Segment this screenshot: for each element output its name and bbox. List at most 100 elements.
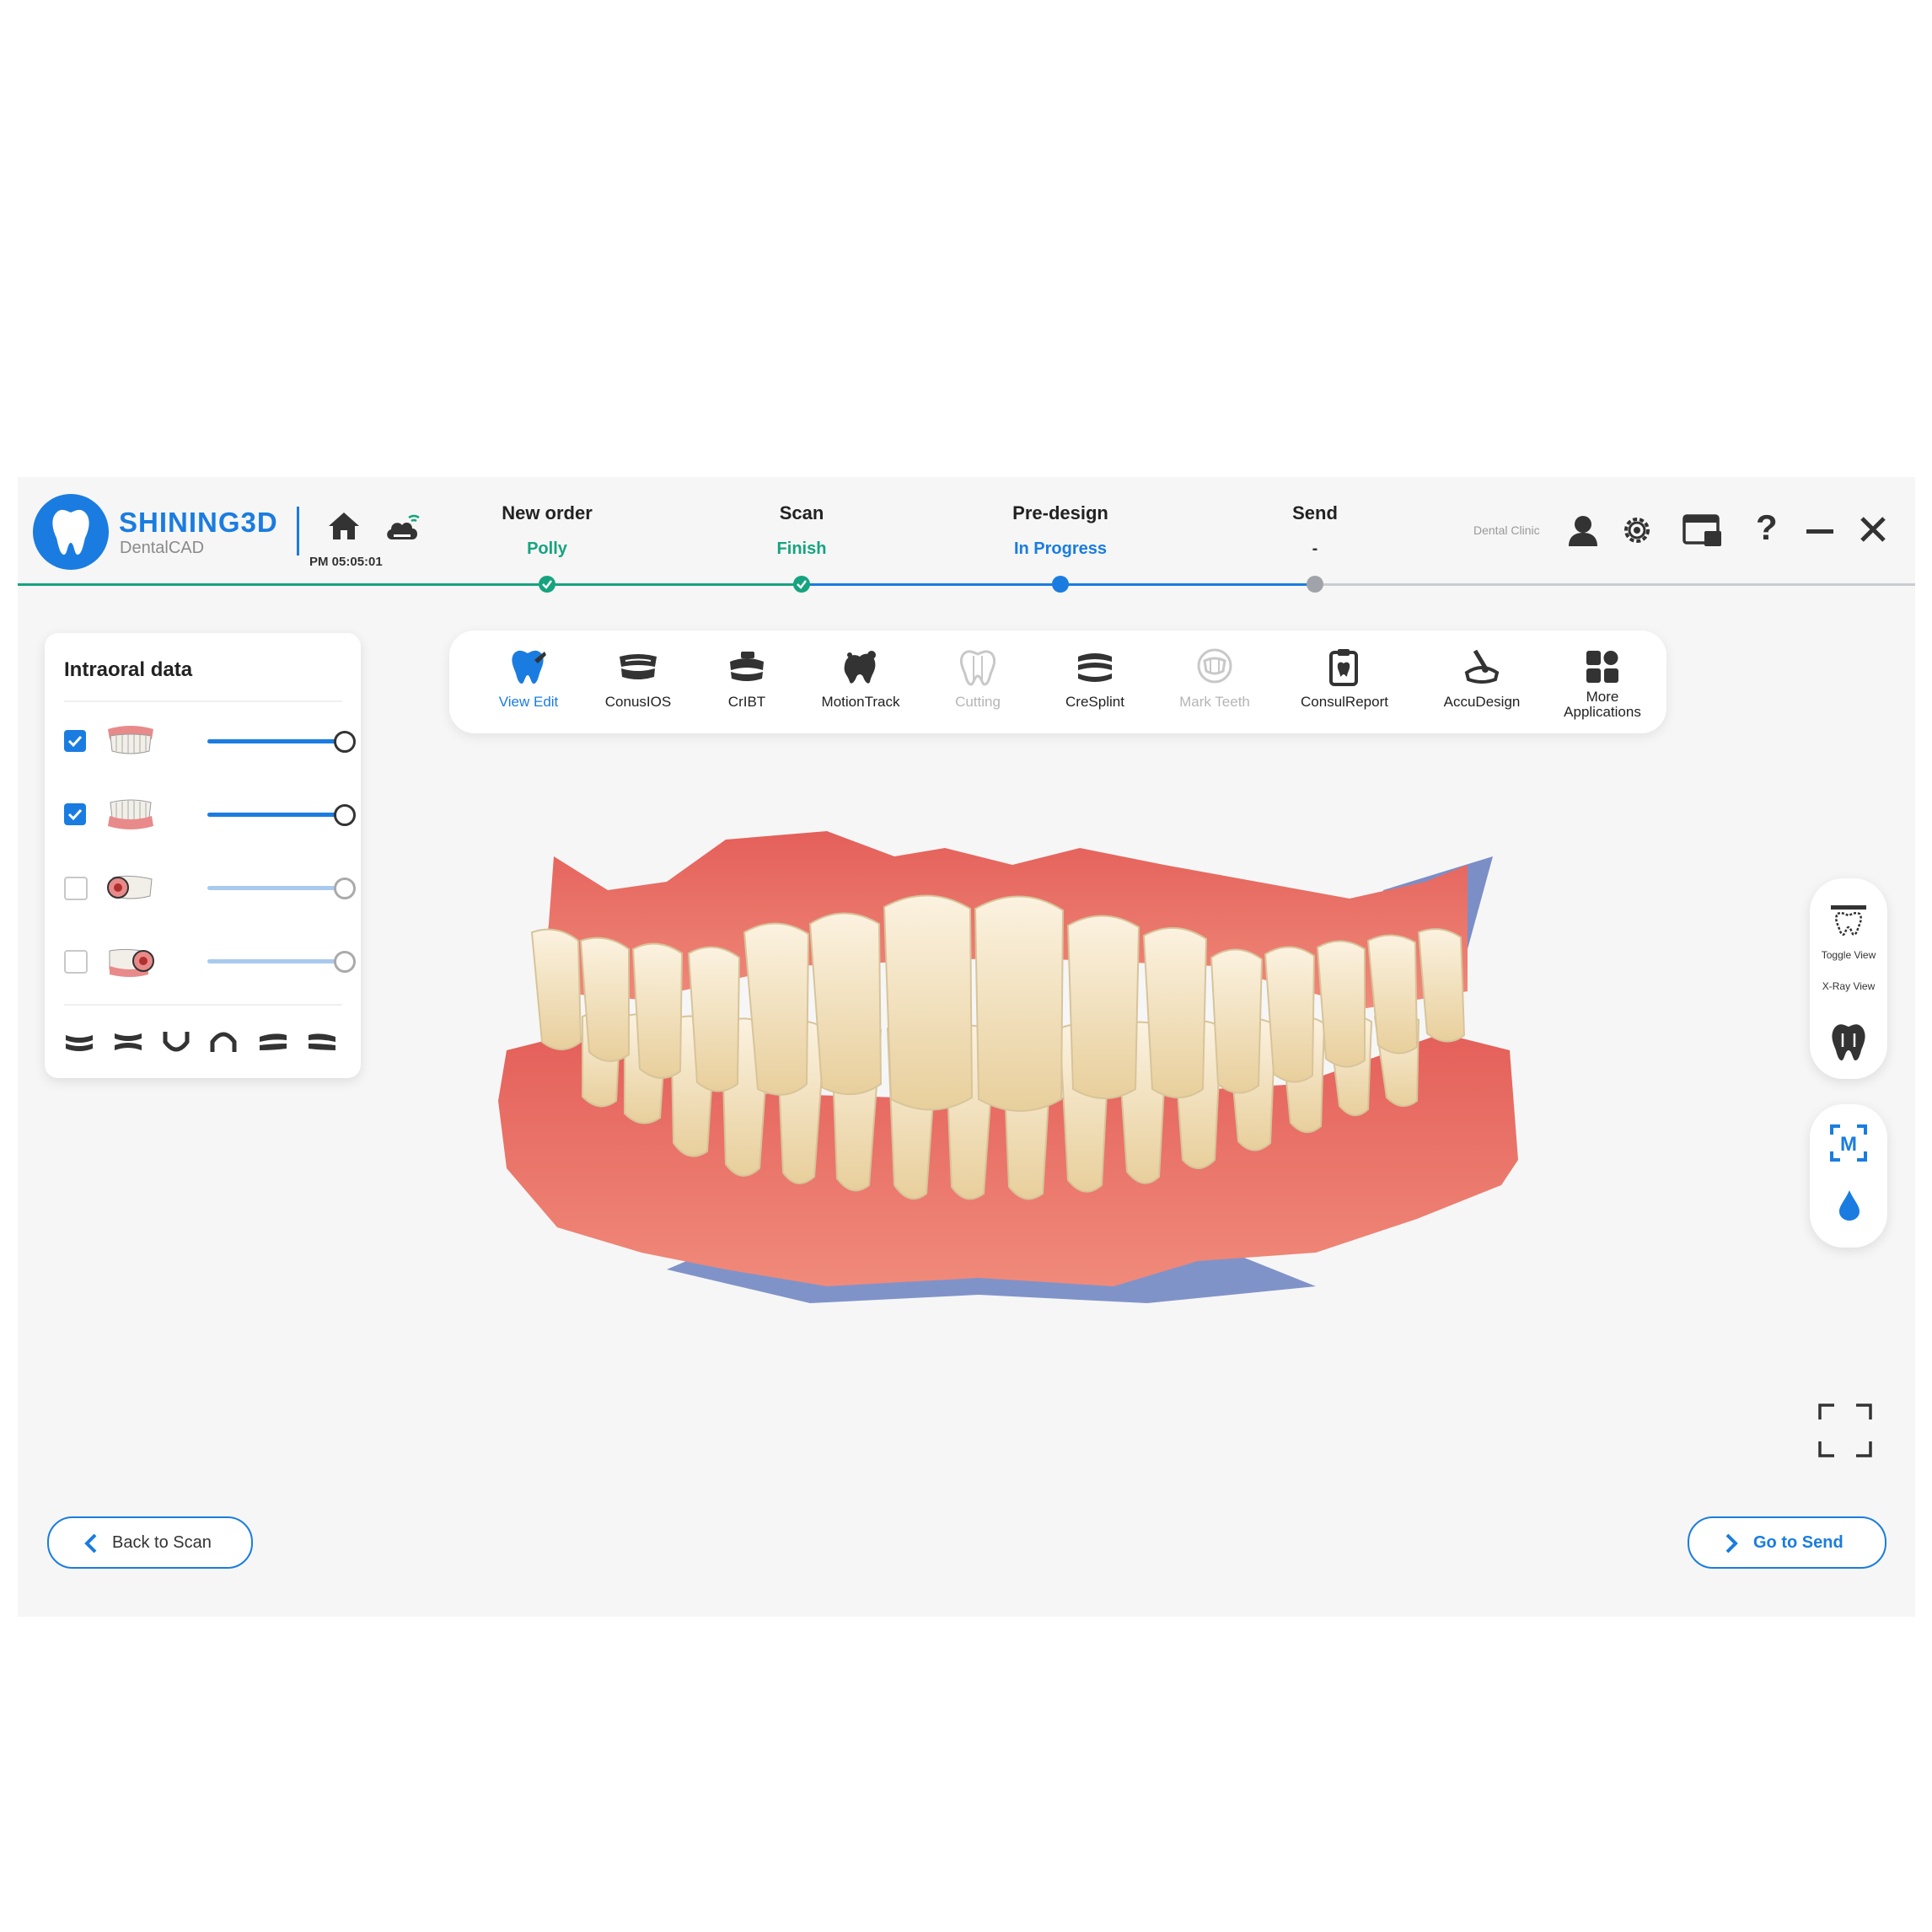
more-applications-icon — [1586, 651, 1618, 683]
app-toolbar: View Edit ConusIOS CrIBT MotionTrack Cut… — [449, 631, 1666, 733]
layer-checkbox[interactable] — [64, 950, 88, 974]
opacity-slider-handle[interactable] — [334, 951, 356, 973]
cresplint-icon — [1078, 653, 1112, 682]
step-pre-design[interactable]: Pre-design In Progress — [951, 502, 1170, 559]
accudesign-icon — [1464, 649, 1500, 684]
back-view-icon[interactable] — [113, 1032, 143, 1052]
cutting-icon — [959, 650, 996, 686]
step-title: Send — [1292, 502, 1338, 523]
button-label: Back to Scan — [112, 1533, 212, 1552]
water-drop-icon[interactable] — [1838, 1189, 1861, 1222]
opacity-slider-handle[interactable] — [334, 731, 356, 753]
clinic-name: Dental Clinic — [1473, 523, 1540, 537]
conusios-icon — [620, 654, 657, 679]
tool-label: Applications — [1564, 704, 1641, 720]
step-done-check-icon — [539, 576, 555, 593]
brand-subtitle: DentalCAD — [120, 539, 205, 557]
go-to-send-button[interactable]: Go to Send — [1688, 1516, 1886, 1569]
opacity-slider-track[interactable] — [207, 813, 342, 817]
back-to-scan-button[interactable]: Back to Scan — [47, 1516, 253, 1569]
opacity-slider-track[interactable] — [207, 739, 342, 743]
user-icon[interactable] — [1567, 514, 1599, 548]
layer-row-upper-detail — [64, 871, 356, 904]
upper-occlusal-view-icon[interactable] — [209, 1030, 238, 1054]
step-status: Polly — [527, 539, 567, 558]
tool-label: More — [1586, 689, 1619, 705]
step-pending-dot — [1307, 576, 1323, 593]
button-label: Go to Send — [1753, 1533, 1843, 1552]
tool-cresplint[interactable]: CreSplint — [1036, 646, 1154, 710]
mark-teeth-icon — [1197, 648, 1232, 684]
view-direction-bar — [64, 1025, 342, 1059]
upper-jaw-thumbnail-icon — [108, 726, 153, 754]
panel-title: Intraoral data — [64, 658, 193, 681]
tool-label: Mark Teeth — [1179, 694, 1250, 710]
dental-3d-model[interactable] — [473, 831, 1535, 1320]
tool-label: MotionTrack — [821, 694, 900, 710]
layer-row-upper — [64, 724, 356, 758]
tool-conusios[interactable]: ConusIOS — [579, 646, 697, 710]
step-send[interactable]: Send - — [1205, 502, 1425, 559]
tool-cutting[interactable]: Cutting — [919, 646, 1037, 710]
minimize-icon[interactable] — [1806, 529, 1833, 534]
lower-occlusal-view-icon[interactable] — [162, 1030, 191, 1054]
step-done-check-icon — [793, 576, 810, 593]
opacity-slider-track[interactable] — [207, 886, 342, 890]
tool-more-applications[interactable]: More Applications — [1543, 646, 1661, 720]
tool-label: View Edit — [498, 694, 559, 710]
help-icon[interactable]: ? — [1756, 507, 1778, 548]
fullscreen-icon[interactable] — [1817, 1403, 1873, 1458]
toggle-view-icon[interactable] — [1829, 904, 1868, 937]
tool-label: AccuDesign — [1443, 694, 1521, 710]
right-view-icon[interactable] — [307, 1032, 337, 1052]
opacity-slider-handle[interactable] — [334, 804, 356, 826]
tool-accudesign[interactable]: AccuDesign — [1423, 646, 1541, 710]
tool-consulreport[interactable]: ConsulReport — [1285, 646, 1403, 710]
cribt-icon — [730, 652, 764, 681]
step-scan[interactable]: Scan Finish — [692, 502, 911, 559]
gear-icon[interactable] — [1619, 513, 1655, 548]
layer-checkbox[interactable] — [64, 877, 88, 900]
opacity-slider-track[interactable] — [207, 959, 342, 963]
step-title: Scan — [779, 502, 824, 523]
tool-label: ConusIOS — [604, 694, 672, 710]
tool-label: CrIBT — [727, 694, 766, 710]
layer-checkbox[interactable] — [64, 730, 86, 752]
close-icon[interactable] — [1860, 516, 1886, 543]
tool-label: CreSplint — [1065, 694, 1124, 710]
measure-icon[interactable]: M — [1830, 1124, 1867, 1162]
divider — [64, 700, 342, 702]
layer-checkbox[interactable] — [64, 803, 86, 825]
tool-mark-teeth[interactable]: Mark Teeth — [1156, 646, 1274, 710]
step-status: Finish — [776, 539, 827, 558]
step-status: - — [1312, 539, 1318, 558]
xray-tooth-icon[interactable] — [1831, 1022, 1866, 1060]
lower-detail-thumbnail-icon — [109, 948, 154, 977]
tool-label: ConsulReport — [1301, 694, 1388, 710]
toggle-view-label: Toggle View — [1821, 949, 1876, 961]
view-edit-icon — [512, 650, 546, 684]
opacity-slider-handle[interactable] — [334, 877, 356, 899]
front-view-icon[interactable] — [64, 1032, 94, 1052]
tool-cribt[interactable]: CrIBT — [688, 646, 806, 710]
home-icon[interactable] — [327, 511, 361, 541]
clock-time: PM 05:05:01 — [309, 555, 383, 569]
step-new-order[interactable]: New order Polly — [437, 502, 657, 559]
cloud-sync-icon[interactable] — [384, 511, 422, 543]
tooth-logo-icon — [52, 509, 89, 555]
step-status: In Progress — [1013, 539, 1108, 558]
divider — [64, 1004, 342, 1006]
tool-view-edit[interactable]: View Edit — [470, 646, 588, 710]
brand-name: SHINING3D — [119, 507, 278, 538]
tool-label: Cutting — [955, 694, 1001, 710]
xray-view-label: X-Ray View — [1822, 980, 1876, 992]
screen-share-icon[interactable] — [1682, 514, 1723, 548]
svg-text:M: M — [1840, 1133, 1857, 1156]
chevron-right-icon — [1725, 1533, 1738, 1554]
left-view-icon[interactable] — [258, 1032, 288, 1052]
view-toggle-panel: Toggle View X-Ray View — [1810, 878, 1887, 1079]
progress-line-done — [18, 583, 802, 586]
tool-motiontrack[interactable]: MotionTrack — [802, 646, 920, 710]
app-window: SHINING3D DentalCAD PM 05:05:01 New orde… — [18, 477, 1915, 1617]
step-title: New order — [502, 502, 593, 523]
